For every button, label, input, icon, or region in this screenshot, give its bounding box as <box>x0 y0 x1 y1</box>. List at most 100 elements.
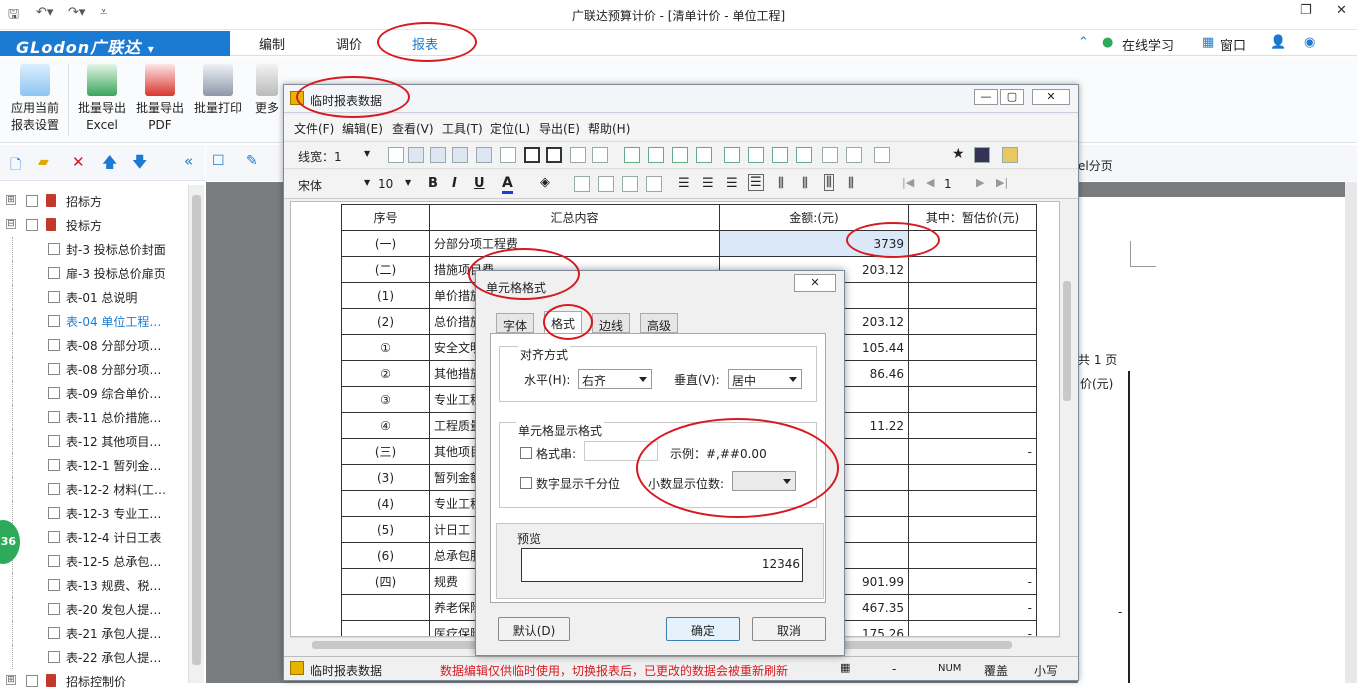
diagonal-down-icon[interactable] <box>570 147 586 163</box>
border-center-icon[interactable] <box>430 147 446 163</box>
border-inner-icon[interactable] <box>500 147 516 163</box>
table-cell[interactable]: ③ <box>341 386 430 413</box>
online-learning-menu[interactable]: 在线学习 <box>1122 35 1174 54</box>
tree-item[interactable]: 表-20 发包人提… <box>0 597 186 621</box>
table-cell[interactable] <box>908 412 1037 439</box>
tree-checkbox[interactable] <box>48 339 60 351</box>
table-cell[interactable] <box>341 594 430 621</box>
table-icon[interactable] <box>874 147 890 163</box>
new-folder-icon[interactable]: ▰ <box>38 154 49 170</box>
page-number[interactable]: 1 <box>944 177 952 191</box>
table-cell[interactable]: (3) <box>341 464 430 491</box>
close-icon[interactable]: ✕ <box>1336 3 1347 18</box>
tree-checkbox[interactable] <box>48 243 60 255</box>
border-bottom-icon[interactable] <box>476 147 492 163</box>
expand-icon[interactable]: ⊟ <box>6 219 16 229</box>
insert-col-icon[interactable] <box>648 147 664 163</box>
tree-item[interactable]: 表-22 承包人提… <box>0 645 186 669</box>
close-icon[interactable]: ✕ <box>1032 89 1070 105</box>
tree-checkbox[interactable] <box>48 363 60 375</box>
tree-item[interactable]: ⊞ 招标控制价 <box>0 669 186 693</box>
star-icon[interactable]: ★ <box>952 146 965 162</box>
tree-item[interactable]: 表-09 综合单价… <box>0 381 186 405</box>
align-justify-icon[interactable]: ☰ <box>678 176 690 191</box>
table-cell[interactable]: (5) <box>341 516 430 543</box>
fill-color-icon[interactable]: ◈ <box>540 175 550 190</box>
tab-border[interactable]: 边线 <box>592 313 631 333</box>
tree-checkbox[interactable] <box>48 555 60 567</box>
new-file-icon[interactable]: 🗋 <box>10 154 21 178</box>
table-cell[interactable]: (2) <box>341 308 430 335</box>
table-cell[interactable] <box>908 308 1037 335</box>
table-cell[interactable]: (6) <box>341 542 430 569</box>
collapse-ribbon-icon[interactable]: ⌃ <box>1078 35 1089 50</box>
table-cell[interactable] <box>908 282 1037 309</box>
table-cell[interactable] <box>908 464 1037 491</box>
tree-item[interactable]: 扉-3 投标总价扉页 <box>0 261 186 285</box>
table-cell[interactable]: (1) <box>341 282 430 309</box>
vertical-align-select[interactable]: 居中 <box>728 369 802 389</box>
table-cell[interactable]: ① <box>341 334 430 361</box>
table-cell[interactable] <box>908 360 1037 387</box>
maximize-icon[interactable]: ▢ <box>1000 89 1024 105</box>
tree-checkbox[interactable] <box>48 507 60 519</box>
tree-item[interactable]: 表-12-3 专业工… <box>0 501 186 525</box>
border-all-icon[interactable] <box>546 147 562 163</box>
font-select[interactable]: 宋体 <box>294 175 368 194</box>
bold-icon[interactable]: B <box>428 176 438 191</box>
tree-item[interactable]: 表-21 承包人提… <box>0 621 186 645</box>
table-cell[interactable]: ④ <box>341 412 430 439</box>
menu-help[interactable]: 帮助(H) <box>588 120 630 137</box>
tree-item[interactable]: 表-08 分部分项… <box>0 333 186 357</box>
align-center-icon[interactable]: ☰ <box>726 176 738 191</box>
move-up-icon[interactable]: 🡅 <box>102 152 117 177</box>
valign-bottom-icon[interactable]: ⫼ <box>848 176 854 191</box>
table-cell[interactable] <box>341 620 430 636</box>
table-cell[interactable] <box>908 386 1037 413</box>
cell-style-icon[interactable] <box>598 176 614 192</box>
horizontal-align-select[interactable]: 右齐 <box>578 369 652 389</box>
last-page-icon[interactable]: ▶| <box>996 176 1008 189</box>
tree-checkbox[interactable] <box>48 651 60 663</box>
table-cell[interactable] <box>908 516 1037 543</box>
cell-border-icon[interactable] <box>622 176 638 192</box>
expand-icon[interactable]: ⊞ <box>6 195 16 205</box>
tree-item[interactable]: 表-12-1 暂列金… <box>0 453 186 477</box>
batch-print-button[interactable]: 批量打印 <box>187 62 249 117</box>
prev-page-icon[interactable]: ◀ <box>926 176 934 189</box>
tree-item[interactable]: 表-12-5 总承包… <box>0 549 186 573</box>
tree-checkbox[interactable] <box>48 483 60 495</box>
restore-icon[interactable]: ❐ <box>1300 3 1312 18</box>
border-none-icon[interactable] <box>388 147 404 163</box>
next-page-icon[interactable]: ▶ <box>976 176 984 189</box>
move-down-icon[interactable]: 🡇 <box>132 152 147 177</box>
merge-icon[interactable] <box>724 147 740 163</box>
valign-top-icon[interactable]: ⫼ <box>778 176 784 191</box>
design-icon[interactable]: ✎ <box>246 153 258 169</box>
table-cell[interactable]: - <box>908 620 1037 636</box>
tree-item[interactable]: 表-12-2 材料(工… <box>0 477 186 501</box>
border-right-icon[interactable] <box>452 147 468 163</box>
cell-format-icon[interactable] <box>574 176 590 192</box>
tree-checkbox[interactable] <box>48 315 60 327</box>
tree-checkbox[interactable] <box>48 291 60 303</box>
tree-checkbox[interactable] <box>48 411 60 423</box>
sheet-vertical-scrollbar[interactable] <box>1060 201 1074 637</box>
more-button[interactable]: 更多 <box>250 62 284 117</box>
export-pdf-button[interactable]: 批量导出 PDF <box>129 62 191 134</box>
valign-center-icon[interactable]: ⫼ <box>824 174 834 191</box>
preview-scrollbar[interactable] <box>1345 182 1357 683</box>
table-cell[interactable]: 分部分项工程费 <box>429 230 720 257</box>
table-cell[interactable]: (二) <box>341 256 430 283</box>
tab-font[interactable]: 字体 <box>496 313 535 333</box>
tree-checkbox[interactable] <box>26 219 38 231</box>
split-icon[interactable] <box>748 147 764 163</box>
table-cell[interactable]: (一) <box>341 230 430 257</box>
tree-item[interactable]: 表-13 规费、税… <box>0 573 186 597</box>
tree-item[interactable]: 封-3 投标总价封面 <box>0 237 186 261</box>
tree-checkbox[interactable] <box>48 267 60 279</box>
tab-advanced[interactable]: 高级 <box>640 313 679 333</box>
table-cell[interactable]: (四) <box>341 568 430 595</box>
user-icon[interactable]: 👤 <box>1270 35 1286 50</box>
table-cell[interactable] <box>908 490 1037 517</box>
